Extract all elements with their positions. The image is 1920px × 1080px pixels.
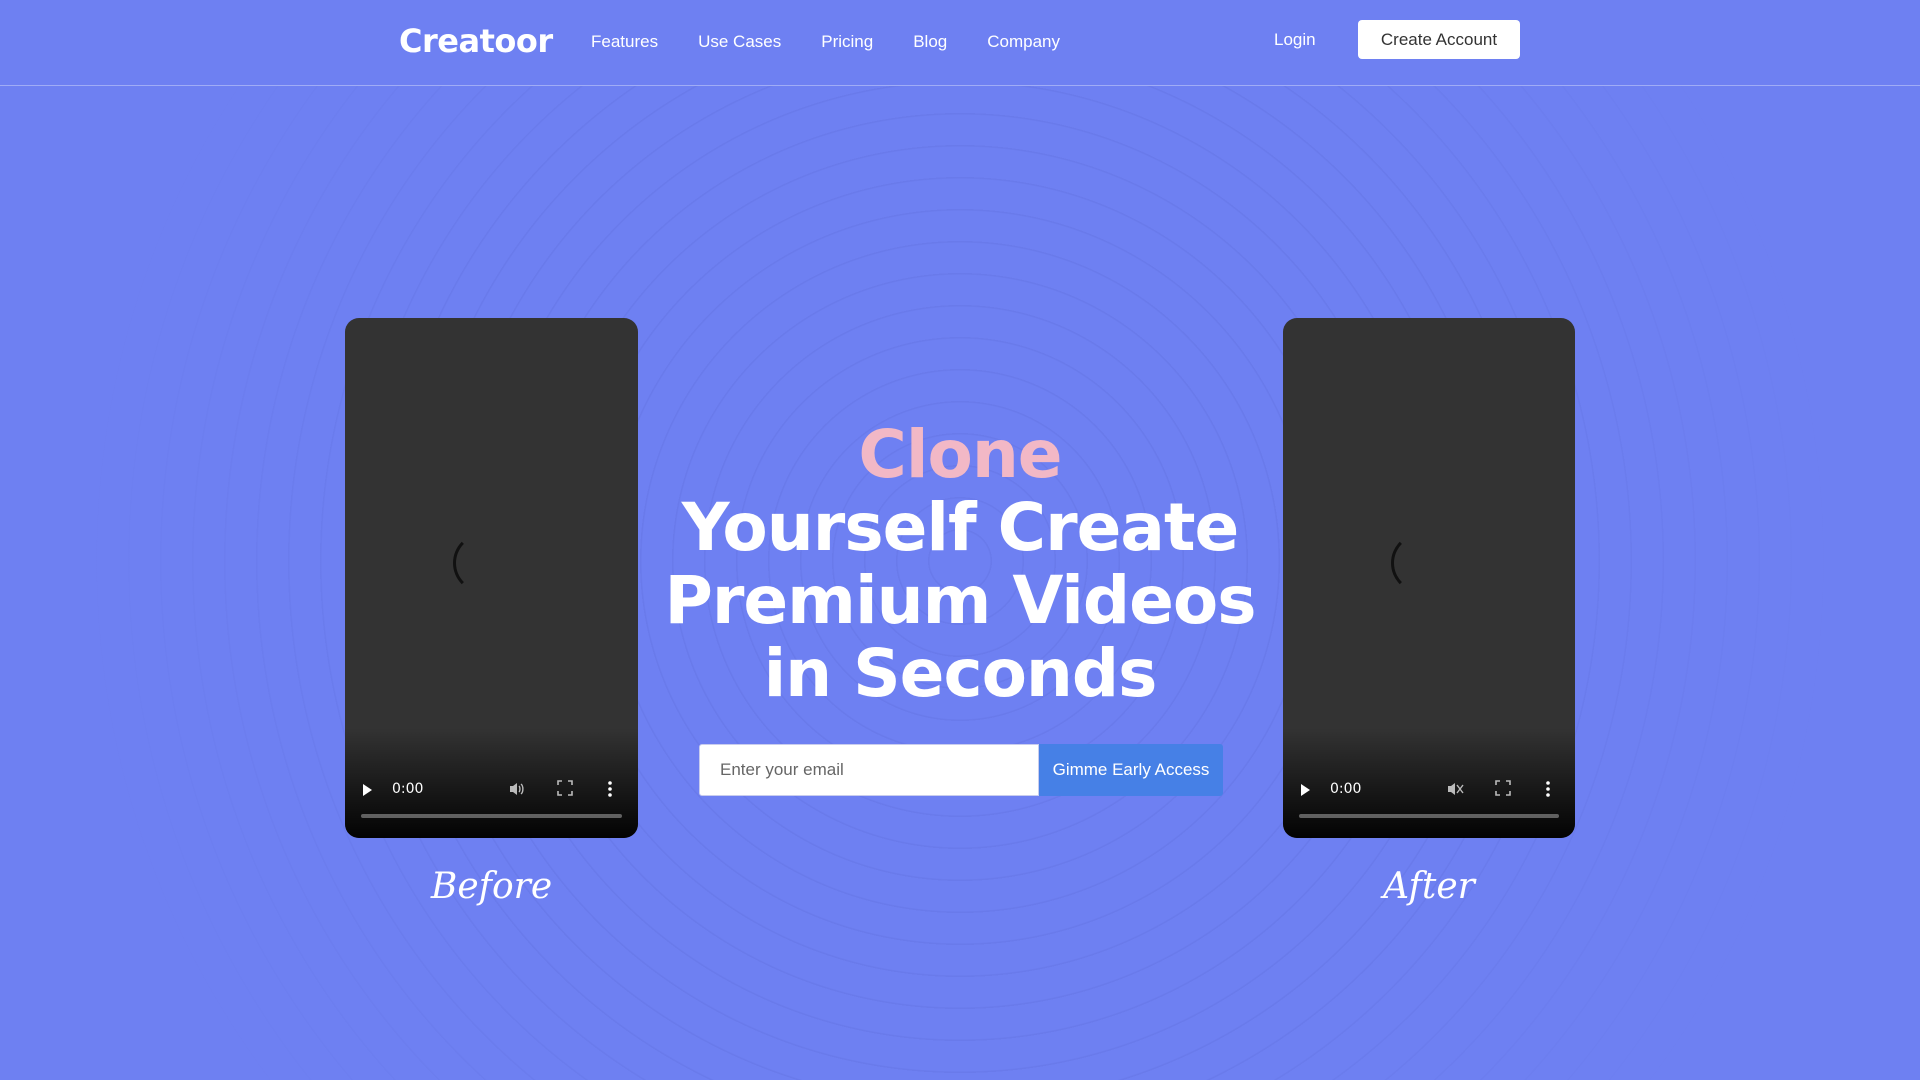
- early-access-form: Gimme Early Access: [699, 744, 1223, 796]
- nav-pricing[interactable]: Pricing: [821, 32, 873, 52]
- hero-title: Yourself Create Premium Videos in Second…: [664, 489, 1257, 712]
- video-controls: 0:00: [345, 768, 638, 838]
- site-header: Creatoor Features Use Cases Pricing Blog…: [0, 0, 1920, 86]
- more-options-icon[interactable]: [607, 780, 613, 798]
- logo[interactable]: Creatoor: [399, 22, 553, 60]
- play-icon[interactable]: [363, 784, 372, 796]
- before-video-player[interactable]: 0:00: [345, 318, 638, 838]
- video-controls: 0:00: [1283, 768, 1575, 838]
- muted-volume-icon[interactable]: [1446, 780, 1464, 798]
- hero-accent-word: Clone: [858, 416, 1062, 493]
- nav-use-cases[interactable]: Use Cases: [698, 32, 781, 52]
- video-progress-bar[interactable]: [361, 814, 622, 818]
- loading-spinner-icon: [1391, 533, 1451, 593]
- video-progress-bar[interactable]: [1299, 814, 1559, 818]
- video-time: 0:00: [392, 781, 424, 797]
- nav-blog[interactable]: Blog: [913, 32, 947, 52]
- before-caption: Before: [430, 866, 553, 907]
- loading-spinner-icon: [453, 533, 513, 593]
- fullscreen-icon[interactable]: [1495, 780, 1511, 796]
- nav-company[interactable]: Company: [987, 32, 1060, 52]
- fullscreen-icon[interactable]: [557, 780, 573, 796]
- early-access-button[interactable]: Gimme Early Access: [1039, 744, 1223, 796]
- nav-features[interactable]: Features: [591, 32, 658, 52]
- create-account-button[interactable]: Create Account: [1358, 20, 1520, 59]
- play-icon[interactable]: [1301, 784, 1310, 796]
- more-options-icon[interactable]: [1545, 780, 1551, 798]
- main-nav: Features Use Cases Pricing Blog Company: [591, 32, 1100, 52]
- volume-icon[interactable]: [508, 780, 526, 798]
- after-caption: After: [1383, 866, 1475, 907]
- after-video-player[interactable]: 0:00: [1283, 318, 1575, 838]
- video-time: 0:00: [1330, 781, 1362, 797]
- hero-heading: Clone Yourself Create Premium Videos in …: [660, 418, 1260, 710]
- email-input[interactable]: [699, 744, 1039, 796]
- login-link[interactable]: Login: [1274, 30, 1316, 50]
